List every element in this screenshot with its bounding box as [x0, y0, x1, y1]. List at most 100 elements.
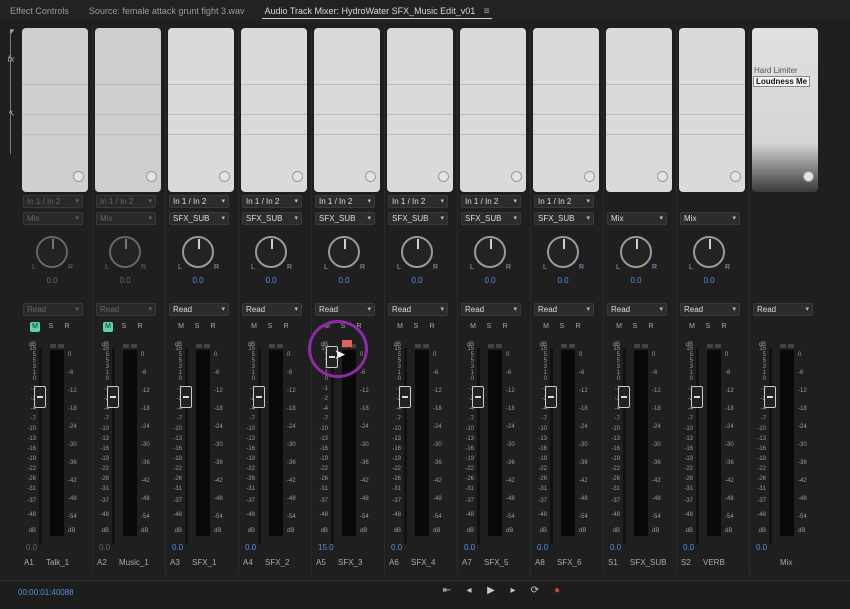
automation-mode-select[interactable]: Read ▾ [680, 303, 740, 316]
record-enable-button[interactable]: R [62, 322, 72, 332]
output-select[interactable]: SFX_SUB ▾ [242, 212, 302, 225]
track-name[interactable]: SFX_6 [557, 558, 581, 567]
pan-knob[interactable] [693, 236, 725, 268]
solo-button[interactable]: S [119, 322, 129, 332]
volume-db-value[interactable]: 0.0 [610, 543, 621, 552]
solo-button[interactable]: S [192, 322, 202, 332]
track-name[interactable]: Talk_1 [46, 558, 69, 567]
automation-mode-select[interactable]: Read ▾ [607, 303, 667, 316]
pan-knob[interactable] [109, 236, 141, 268]
chevron-down-icon[interactable]: ▾ [4, 26, 18, 37]
volume-db-value[interactable]: 0.0 [537, 543, 548, 552]
track-name[interactable]: SFX_1 [192, 558, 216, 567]
timecode[interactable]: 00:00:01:40088 [18, 588, 74, 597]
volume-db-value[interactable]: 0.0 [683, 543, 694, 552]
volume-fader-handle[interactable] [545, 386, 557, 408]
volume-fader-handle[interactable] [764, 386, 776, 408]
volume-fader-handle[interactable] [691, 386, 703, 408]
volume-fader-track[interactable] [185, 348, 188, 544]
send-level-icon[interactable] [730, 171, 741, 182]
track-name[interactable]: SFX_3 [338, 558, 362, 567]
volume-db-value[interactable]: 0.0 [245, 543, 256, 552]
pan-knob[interactable] [182, 236, 214, 268]
record-enable-button[interactable]: R [719, 322, 729, 332]
effects-rack[interactable] [314, 28, 380, 192]
volume-fader-handle[interactable] [253, 386, 265, 408]
input-select[interactable]: In 1 / In 2 ▾ [23, 195, 83, 208]
track-name[interactable]: SFX_4 [411, 558, 435, 567]
pan-value[interactable]: 0.0 [22, 276, 82, 285]
pan-knob[interactable] [474, 236, 506, 268]
mute-button[interactable]: M [468, 322, 478, 332]
tab-source[interactable]: Source: female attack grunt fight 3.wav [79, 0, 255, 22]
output-select[interactable]: Mix ▾ [607, 212, 667, 225]
automation-mode-select[interactable]: Read ▾ [242, 303, 302, 316]
volume-fader-handle[interactable] [472, 386, 484, 408]
automation-mode-select[interactable]: Read ▾ [461, 303, 521, 316]
send-level-icon[interactable] [438, 171, 449, 182]
solo-button[interactable]: S [265, 322, 275, 332]
volume-fader-track[interactable] [623, 348, 626, 544]
input-select[interactable]: In 1 / In 2 ▾ [388, 195, 448, 208]
go-to-prev-icon[interactable]: ◂ [462, 585, 476, 596]
track-name[interactable]: SFX_2 [265, 558, 289, 567]
mute-button[interactable]: M [395, 322, 405, 332]
pan-knob[interactable] [36, 236, 68, 268]
pan-value[interactable]: 0.0 [241, 276, 301, 285]
volume-db-value[interactable]: 0.0 [756, 543, 767, 552]
go-to-next-icon[interactable]: ▸ [506, 585, 520, 596]
pan-knob[interactable] [620, 236, 652, 268]
record-icon[interactable]: ● [550, 585, 564, 596]
input-select[interactable]: In 1 / In 2 ▾ [534, 195, 594, 208]
effects-rack[interactable] [22, 28, 88, 192]
volume-fader-handle[interactable] [107, 386, 119, 408]
pan-value[interactable]: 0.0 [533, 276, 593, 285]
record-enable-button[interactable]: R [281, 322, 291, 332]
record-enable-button[interactable]: R [427, 322, 437, 332]
volume-fader-track[interactable] [258, 348, 261, 544]
solo-button[interactable]: S [630, 322, 640, 332]
track-name[interactable]: SFX_SUB [630, 558, 666, 567]
mute-button[interactable]: M [30, 322, 40, 332]
track-name[interactable]: Mix [780, 558, 792, 567]
input-select[interactable]: In 1 / In 2 ▾ [96, 195, 156, 208]
send-level-icon[interactable] [803, 171, 814, 182]
track-name[interactable]: VERB [703, 558, 725, 567]
volume-fader-handle[interactable] [180, 386, 192, 408]
volume-db-value[interactable]: 15.0 [318, 543, 334, 552]
automation-mode-select[interactable]: Read ▾ [96, 303, 156, 316]
mute-button[interactable]: M [687, 322, 697, 332]
effects-rack[interactable] [533, 28, 599, 192]
output-select[interactable]: SFX_SUB ▾ [461, 212, 521, 225]
record-enable-button[interactable]: R [135, 322, 145, 332]
volume-db-value[interactable]: 0.0 [464, 543, 475, 552]
output-select[interactable]: Mix ▾ [680, 212, 740, 225]
effects-rack[interactable] [95, 28, 161, 192]
volume-fader-track[interactable] [39, 348, 42, 544]
input-select[interactable]: In 1 / In 2 ▾ [315, 195, 375, 208]
tab-audio-track-mixer[interactable]: Audio Track Mixer: HydroWater SFX_Music … [254, 0, 499, 22]
volume-db-value[interactable]: 0.0 [26, 543, 37, 552]
send-level-icon[interactable] [511, 171, 522, 182]
volume-fader-handle[interactable] [399, 386, 411, 408]
play-icon[interactable]: ▶ [484, 585, 498, 596]
record-enable-button[interactable]: R [500, 322, 510, 332]
output-select[interactable]: SFX_SUB ▾ [169, 212, 229, 225]
volume-fader-handle[interactable] [618, 386, 630, 408]
volume-fader-track[interactable] [477, 348, 480, 544]
volume-fader-track[interactable] [769, 348, 772, 544]
mute-button[interactable]: M [103, 322, 113, 332]
pan-value[interactable]: 0.0 [460, 276, 520, 285]
mute-button[interactable]: M [614, 322, 624, 332]
pan-value[interactable]: 0.0 [606, 276, 666, 285]
automation-mode-select[interactable]: Read ▾ [169, 303, 229, 316]
automation-mode-select[interactable]: Read ▾ [23, 303, 83, 316]
pan-value[interactable]: 0.0 [168, 276, 228, 285]
record-enable-button[interactable]: R [208, 322, 218, 332]
send-level-icon[interactable] [219, 171, 230, 182]
output-select[interactable]: SFX_SUB ▾ [534, 212, 594, 225]
automation-mode-select[interactable]: Read ▾ [534, 303, 594, 316]
output-select[interactable]: SFX_SUB ▾ [315, 212, 375, 225]
send-level-icon[interactable] [146, 171, 157, 182]
automation-mode-select[interactable]: Read ▾ [753, 303, 813, 316]
